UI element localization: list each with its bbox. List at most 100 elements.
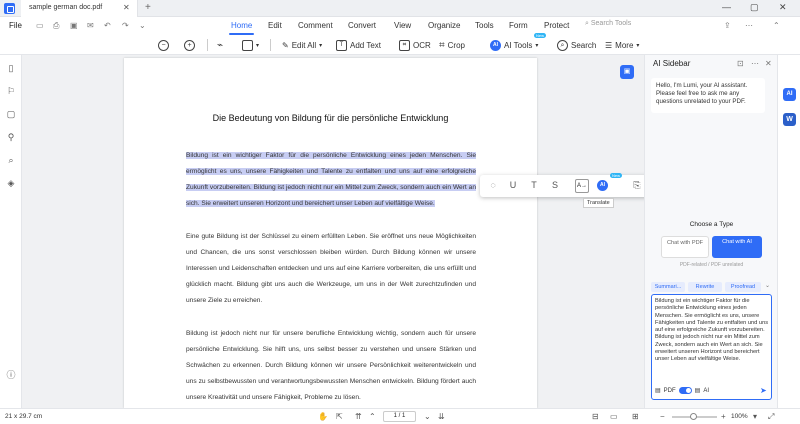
rewrite-chip[interactable]: Rewrite [688, 282, 722, 292]
app-logo-icon [4, 3, 15, 14]
first-page-icon[interactable]: ⇈ [355, 412, 362, 421]
menu-protect[interactable]: Protect [544, 21, 569, 30]
chevron-down-icon[interactable]: ⌄ [765, 282, 770, 289]
dropdown-icon[interactable]: ⌄ [139, 21, 146, 30]
chevron-down-icon[interactable]: ▾ [753, 412, 757, 421]
maximize-button[interactable]: ▢ [750, 2, 759, 13]
print-icon[interactable]: ⎙ [53, 21, 59, 31]
summarize-chip[interactable]: Summari... [651, 282, 685, 292]
zoom-in-icon[interactable]: + [721, 412, 726, 421]
document-page[interactable]: Die Bedeutung von Bildung für die persön… [124, 58, 537, 408]
crop-icon: ⌗ [439, 39, 445, 51]
bookmark-icon[interactable]: ⚐ [6, 86, 16, 96]
menu-organize[interactable]: Organize [428, 21, 460, 30]
page-number-input[interactable]: 1 / 1 [383, 411, 416, 422]
comment-icon[interactable]: ▢ [6, 109, 16, 119]
ai-sidebar-toggle-icon[interactable]: AI [783, 88, 796, 101]
highlight-button[interactable]: ⌁ [217, 38, 223, 52]
highlight-icon[interactable]: ◌ [487, 180, 499, 190]
tab-close-icon[interactable]: ✕ [123, 3, 130, 12]
chat-with-ai-button[interactable]: Chat with AI [712, 236, 762, 258]
save-icon[interactable]: ▣ [70, 21, 78, 30]
screenshot-icon[interactable]: ▣ [620, 65, 634, 79]
close-window-button[interactable]: ✕ [779, 2, 787, 13]
reading-mode-icon[interactable]: ⊞ [632, 412, 639, 421]
shape-button[interactable]: ▾ [242, 38, 259, 52]
page-layout-icon[interactable]: ▭ [610, 412, 618, 421]
select-tool-icon[interactable]: ⇱ [336, 412, 343, 421]
last-page-icon[interactable]: ⇊ [438, 412, 445, 421]
crop-button[interactable]: ⌗ Crop [439, 38, 465, 52]
mail-icon[interactable]: ✉ [87, 21, 94, 30]
menu-lines-icon: ☰ [605, 40, 613, 50]
search-tools-input[interactable]: ⌕ Search Tools [585, 20, 631, 28]
previous-page-icon[interactable]: ⌃ [369, 412, 376, 421]
menu-comment[interactable]: Comment [298, 21, 333, 30]
menu-tools[interactable]: Tools [475, 21, 494, 30]
choose-type-heading: Choose a Type [689, 221, 734, 228]
open-icon[interactable]: ▭ [36, 21, 44, 30]
text-icon[interactable]: T [528, 180, 540, 190]
menu-bar: File ▭ ⎙ ▣ ✉ ↶ ↷ ⌄ Home Edit Comment Con… [0, 17, 800, 35]
toggle-switch[interactable] [678, 387, 692, 394]
search-button[interactable]: ⌕ Search [557, 38, 596, 52]
hand-tool-icon[interactable]: ✋ [318, 412, 328, 421]
pen-icon: ✎ [282, 40, 289, 50]
proofread-chip[interactable]: Proofread [725, 282, 761, 292]
strikethrough-icon[interactable]: S [549, 180, 561, 190]
layers-icon[interactable]: ◈ [6, 178, 16, 188]
document-tab-title: sample german doc.pdf [29, 4, 103, 11]
menu-file[interactable]: File [9, 21, 22, 30]
ai-label: AI [703, 387, 710, 394]
selected-paragraph[interactable]: Bildung ist ein wichtiger Faktor für die… [186, 148, 476, 212]
menu-edit[interactable]: Edit [268, 21, 282, 30]
new-badge: New [610, 173, 623, 178]
zoom-level[interactable]: 100% [731, 413, 748, 420]
fit-page-icon[interactable]: ⊟ [592, 412, 599, 421]
help-icon[interactable]: ⓘ [6, 370, 16, 380]
pdf-ai-toggle[interactable]: ▤ PDF ▤ AI [655, 387, 709, 394]
zoom-in-button[interactable]: + [184, 38, 195, 52]
document-tab[interactable]: sample german doc.pdf ✕ [21, 0, 138, 17]
search-tools-placeholder: Search Tools [590, 20, 632, 27]
chat-with-pdf-button[interactable]: Chat with PDF [661, 236, 709, 258]
undo-icon[interactable]: ↶ [104, 21, 111, 30]
minimize-button[interactable]: — [722, 2, 731, 12]
zoom-out-icon[interactable]: − [660, 412, 665, 421]
upload-icon[interactable]: ⇪ [724, 21, 731, 30]
more-icon[interactable]: ⋯ [751, 59, 759, 68]
underline-icon[interactable]: U [507, 180, 519, 190]
redo-icon[interactable]: ↷ [122, 21, 129, 30]
note-icon[interactable]: ⎘ [631, 180, 643, 191]
menu-convert[interactable]: Convert [348, 21, 376, 30]
left-rail: ▯ ⚐ ▢ ⚲ ⌕ ◈ ⓘ [0, 55, 22, 408]
close-icon[interactable]: ✕ [765, 59, 772, 68]
attachment-icon[interactable]: ⚲ [6, 132, 16, 142]
menu-home[interactable]: Home [231, 21, 252, 30]
menu-form[interactable]: Form [509, 21, 528, 30]
word-icon[interactable]: W [783, 113, 796, 126]
pages-icon[interactable]: ▯ [6, 63, 16, 73]
chevron-down-icon: ▾ [535, 42, 539, 49]
ai-tools-button[interactable]: AI AI Tools ▾ [490, 38, 538, 52]
new-tab-button[interactable]: + [145, 2, 151, 13]
send-icon[interactable]: ➤ [760, 386, 767, 395]
collapse-icon[interactable]: ⌃ [773, 21, 780, 30]
translate-icon[interactable]: A→ [575, 179, 589, 193]
type-note: PDF-related / PDF unrelated [679, 262, 744, 268]
ocr-button[interactable]: ⌗ OCR [399, 38, 431, 52]
zoom-out-button[interactable]: − [158, 38, 169, 52]
zoom-slider-handle[interactable] [690, 413, 697, 420]
more-icon[interactable]: ⋯ [745, 21, 753, 30]
ai-input-box[interactable]: Bildung ist ein wichtiger Faktor für die… [651, 294, 772, 400]
new-chat-icon[interactable]: ⊡ [737, 59, 744, 68]
ai-input-text[interactable]: Bildung ist ein wichtiger Faktor für die… [655, 298, 769, 364]
edit-all-button[interactable]: ✎ Edit All ▾ [282, 38, 322, 52]
more-button[interactable]: ☰ More ▾ [605, 38, 639, 52]
fullscreen-icon[interactable]: ⤢ [768, 412, 774, 422]
menu-view[interactable]: View [394, 21, 411, 30]
search-icon[interactable]: ⌕ [6, 155, 16, 165]
next-page-icon[interactable]: ⌄ [424, 412, 431, 421]
ai-icon[interactable]: AI [597, 180, 608, 191]
add-text-button[interactable]: T Add Text [336, 38, 381, 52]
